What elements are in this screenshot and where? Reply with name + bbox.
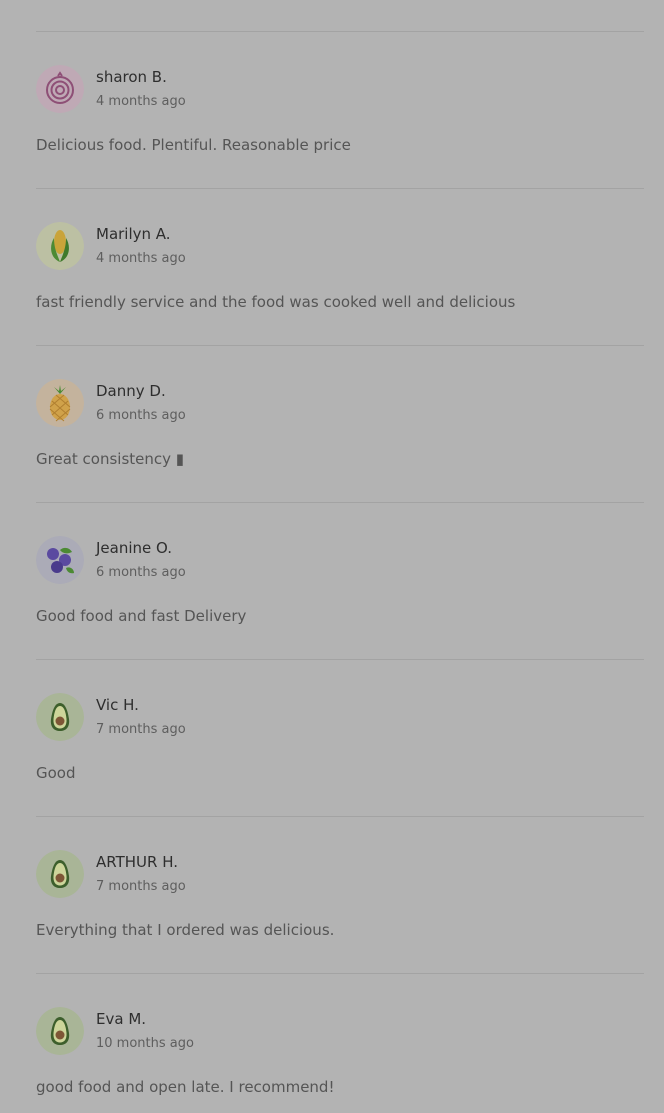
pineapple-icon[interactable] <box>36 379 84 427</box>
review-text: good food and open late. I recommend! <box>36 1078 335 1096</box>
reviews-page: sharon B. 4 months ago Delicious food. P… <box>0 0 664 1113</box>
blueberries-icon[interactable] <box>36 536 84 584</box>
review-date: 10 months ago <box>96 1036 194 1051</box>
review-text: Delicious food. Plentiful. Reasonable pr… <box>36 136 351 154</box>
reviewer-name[interactable]: Vic H. <box>96 696 139 714</box>
cut-off-stars-icon <box>230 0 286 4</box>
review-item: Jeanine O. 6 months ago Good food and fa… <box>36 503 644 659</box>
reviewer-name[interactable]: Eva M. <box>96 1010 146 1028</box>
review-item: Eva M. 10 months ago good food and open … <box>36 974 644 1113</box>
review-text: Good food and fast Delivery <box>36 607 247 625</box>
review-item: Danny D. 6 months ago Great consistency … <box>36 346 644 502</box>
avocado-icon[interactable] <box>36 1007 84 1055</box>
review-item: sharon B. 4 months ago Delicious food. P… <box>36 32 644 188</box>
reviewer-name[interactable]: Jeanine O. <box>96 539 172 557</box>
review-date: 4 months ago <box>96 94 186 109</box>
review-item: ARTHUR H. 7 months ago Everything that I… <box>36 817 644 973</box>
avocado-icon[interactable] <box>36 850 84 898</box>
corn-icon[interactable] <box>36 222 84 270</box>
review-date: 7 months ago <box>96 879 186 894</box>
reviewer-name[interactable]: sharon B. <box>96 68 167 86</box>
onion-icon[interactable] <box>36 65 84 113</box>
review-text: fast friendly service and the food was c… <box>36 293 516 311</box>
review-item: Marilyn A. 4 months ago fast friendly se… <box>36 189 644 345</box>
review-date: 4 months ago <box>96 251 186 266</box>
avocado-icon[interactable] <box>36 693 84 741</box>
review-text: Good <box>36 764 76 782</box>
review-list: sharon B. 4 months ago Delicious food. P… <box>36 31 644 1113</box>
reviewer-name[interactable]: Danny D. <box>96 382 166 400</box>
cut-off-previous-review <box>230 0 286 2</box>
reviewer-name[interactable]: Marilyn A. <box>96 225 171 243</box>
review-date: 7 months ago <box>96 722 186 737</box>
review-date: 6 months ago <box>96 565 186 580</box>
reviewer-name[interactable]: ARTHUR H. <box>96 853 178 871</box>
review-text: Great consistency ▮ <box>36 450 185 468</box>
review-date: 6 months ago <box>96 408 186 423</box>
review-item: Vic H. 7 months ago Good <box>36 660 644 816</box>
review-text: Everything that I ordered was delicious. <box>36 921 335 939</box>
